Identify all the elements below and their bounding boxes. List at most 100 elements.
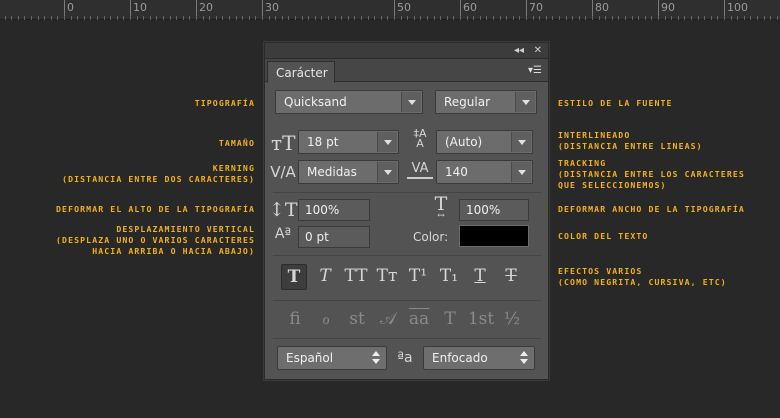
vertical-scale-input[interactable]: 100% xyxy=(298,199,370,221)
ruler-minor-tick xyxy=(209,16,210,20)
ruler-minor-tick xyxy=(566,16,567,20)
ruler-minor-tick xyxy=(341,16,342,20)
chevron-down-icon[interactable] xyxy=(515,92,535,112)
ruler-label: 90 xyxy=(661,1,675,14)
ruler-minor-tick xyxy=(717,16,718,20)
ruler-label: 20 xyxy=(199,1,213,14)
horizontal-scale-input[interactable]: 100% xyxy=(459,199,529,221)
panel-divider xyxy=(273,192,541,193)
small-caps-button[interactable]: Tт xyxy=(374,264,400,290)
ruler-minor-tick xyxy=(434,16,435,20)
underline-button[interactable]: T xyxy=(467,264,493,290)
font-size-dropdown[interactable]: 18 pt xyxy=(298,130,399,154)
chevron-down-icon[interactable] xyxy=(377,162,397,182)
ruler-minor-tick xyxy=(651,16,652,20)
ruler-minor-tick xyxy=(84,16,85,20)
collapse-icon[interactable]: ◂◂ xyxy=(514,44,524,58)
ruler-minor-tick xyxy=(137,16,138,20)
ruler-minor-tick xyxy=(777,16,778,20)
ruler-minor-tick xyxy=(64,16,65,20)
font-family-value: Quicksand xyxy=(284,95,347,109)
annotation-tipografia: TIPOGRAFÍA xyxy=(194,98,255,108)
ruler-minor-tick xyxy=(737,16,738,20)
faux-italic-button[interactable]: T xyxy=(312,264,338,290)
ruler-minor-tick xyxy=(447,16,448,20)
ruler-minor-tick xyxy=(104,16,105,20)
ligatures-button[interactable]: fi xyxy=(281,307,309,331)
font-family-dropdown[interactable]: Quicksand xyxy=(275,90,423,114)
ordinals-button[interactable]: 1st xyxy=(467,307,495,331)
ruler-minor-tick xyxy=(394,16,395,20)
updown-arrows-icon xyxy=(520,351,528,365)
fractions-button[interactable]: ½ xyxy=(498,307,526,331)
panel-titlebar[interactable]: ◂◂ ✕ xyxy=(265,43,548,59)
ruler-minor-tick xyxy=(506,16,507,20)
strikethrough-button[interactable]: T xyxy=(498,264,524,290)
ruler-minor-tick xyxy=(308,16,309,20)
ruler-minor-tick xyxy=(493,16,494,20)
font-size-value: 18 pt xyxy=(307,135,339,149)
ruler-minor-tick xyxy=(684,16,685,20)
contextual-alternates-button[interactable]: ℴ xyxy=(312,307,340,331)
leading-icon: ‡A A xyxy=(413,127,427,150)
ruler-minor-tick xyxy=(130,16,131,20)
horizontal-ruler[interactable]: 0 10 20 30 50 60 70 80 90 100 xyxy=(0,0,780,20)
ruler-minor-tick xyxy=(57,16,58,20)
ruler-minor-tick xyxy=(189,16,190,20)
stylistic-alternates-button[interactable]: aa xyxy=(405,307,433,331)
baseline-shift-input[interactable]: 0 pt xyxy=(298,226,370,248)
ruler-minor-tick xyxy=(460,16,461,20)
annotation-efectos: EFECTOS VARIOS (COMO NEGRITA, CURSIVA, ET… xyxy=(558,266,727,287)
ruler-minor-tick xyxy=(44,16,45,20)
chevron-down-icon[interactable] xyxy=(377,132,397,152)
tracking-dropdown[interactable]: 140 xyxy=(436,160,533,184)
annotation-estilo: ESTILO DE LA FUENTE xyxy=(558,98,673,108)
font-style-dropdown[interactable]: Regular xyxy=(435,90,537,114)
faux-bold-button[interactable]: T xyxy=(281,264,307,290)
vertical-scale-icon: ↕T xyxy=(269,199,298,221)
ruler-minor-tick xyxy=(31,16,32,20)
titling-alternates-button[interactable]: T xyxy=(436,307,464,331)
tab-caracter[interactable]: Carácter xyxy=(267,61,335,83)
ruler-minor-tick xyxy=(11,16,12,20)
kerning-dropdown[interactable]: Medidas xyxy=(298,160,399,184)
ruler-minor-tick xyxy=(374,16,375,20)
leading-value: (Auto) xyxy=(445,135,483,149)
ruler-minor-tick xyxy=(71,16,72,20)
ruler-minor-tick xyxy=(757,16,758,20)
ruler-minor-tick xyxy=(262,16,263,20)
language-select[interactable]: Español xyxy=(277,346,387,370)
color-swatch[interactable] xyxy=(459,225,529,247)
ruler-label: 60 xyxy=(463,1,477,14)
language-value: Español xyxy=(286,351,334,365)
character-panel: ◂◂ ✕ Carácter ▾☰ Quicksand Regular ᴛT 18… xyxy=(264,42,549,380)
ruler-minor-tick xyxy=(302,16,303,20)
superscript-button[interactable]: T¹ xyxy=(405,264,431,290)
antialias-select[interactable]: Enfocado xyxy=(423,346,535,370)
ruler-minor-tick xyxy=(401,16,402,20)
subscript-button[interactable]: T₁ xyxy=(436,264,462,290)
ruler-minor-tick xyxy=(97,16,98,20)
ruler-minor-tick xyxy=(163,16,164,20)
chevron-down-icon[interactable] xyxy=(401,92,421,112)
leading-dropdown[interactable]: (Auto) xyxy=(436,130,533,154)
ruler-minor-tick xyxy=(724,16,725,20)
close-icon[interactable]: ✕ xyxy=(534,44,542,58)
antialias-icon: ªa xyxy=(397,350,413,366)
ruler-minor-tick xyxy=(612,16,613,20)
swash-button[interactable]: 𝒜 xyxy=(374,307,402,331)
discretionary-ligatures-button[interactable]: st xyxy=(343,307,371,331)
chevron-down-icon[interactable] xyxy=(511,132,531,152)
panel-menu-icon[interactable]: ▾☰ xyxy=(528,65,542,76)
chevron-down-icon[interactable] xyxy=(511,162,531,182)
color-label: Color: xyxy=(413,230,449,244)
ruler-minor-tick xyxy=(368,16,369,20)
all-caps-button[interactable]: TT xyxy=(343,264,369,290)
ruler-minor-tick xyxy=(526,16,527,20)
ruler-minor-tick xyxy=(38,16,39,20)
ruler-minor-tick xyxy=(387,16,388,20)
ruler-minor-tick xyxy=(539,16,540,20)
ruler-minor-tick xyxy=(24,16,25,20)
ruler-minor-tick xyxy=(381,16,382,20)
ruler-minor-tick xyxy=(328,16,329,20)
